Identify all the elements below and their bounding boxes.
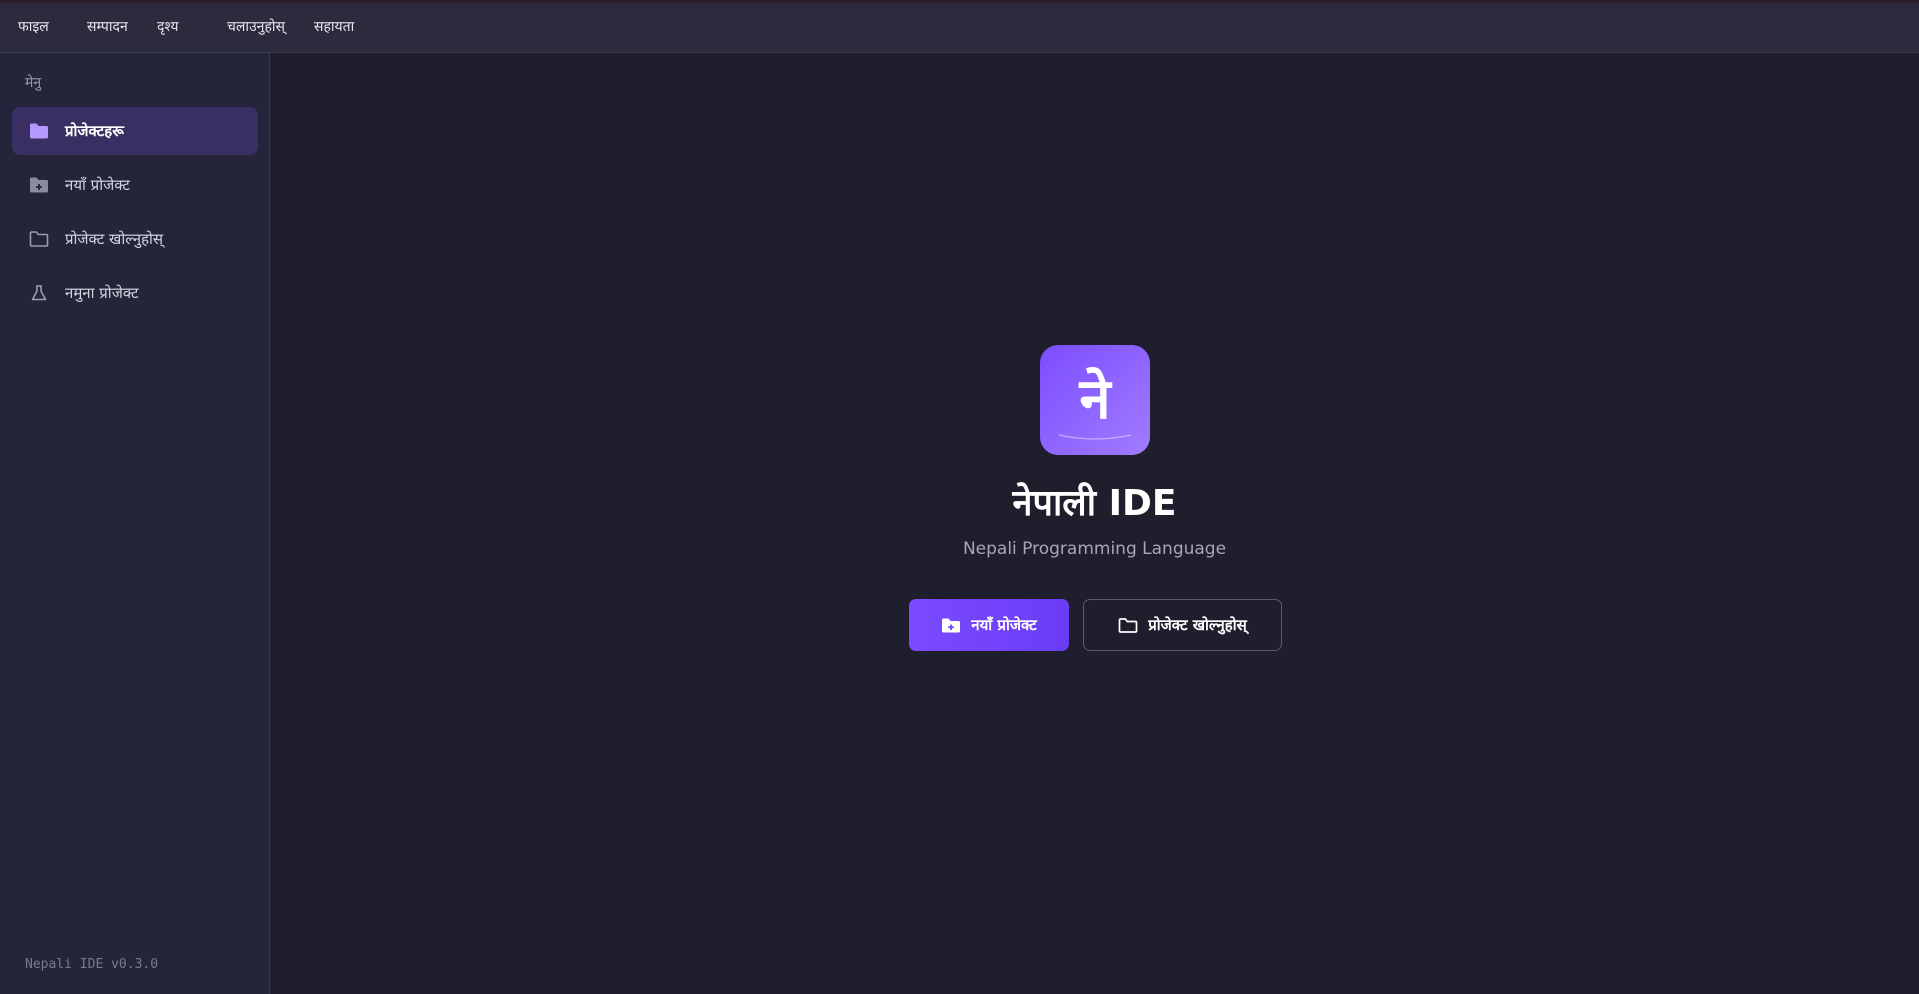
sidebar-item-label: प्रोजेक्टहरू <box>65 122 124 140</box>
menu-help[interactable]: सहायता <box>314 17 354 36</box>
new-project-button-label: नयाँ प्रोजेक्ट <box>971 616 1037 634</box>
menu-run[interactable]: चलाउनुहोस् <box>227 17 285 36</box>
folder-outline-icon <box>28 228 50 250</box>
sidebar-item-label: नमुना प्रोजेक्ट <box>65 284 139 302</box>
sidebar-heading: मेनु <box>25 75 42 91</box>
welcome-subtitle: Nepali Programming Language <box>962 539 1227 559</box>
sidebar-item-label: प्रोजेक्ट खोल्नुहोस् <box>65 230 164 248</box>
sidebar-item-open-project[interactable]: प्रोजेक्ट खोल्नुहोस् <box>12 215 258 263</box>
folder-filled-icon <box>28 120 50 142</box>
open-project-button-label: प्रोजेक्ट खोल्नुहोस् <box>1148 616 1247 634</box>
open-project-button[interactable]: प्रोजेक्ट खोल्नुहोस् <box>1083 599 1282 651</box>
app-version: Nepali IDE v0.3.0 <box>25 957 159 972</box>
sidebar-item-sample-project[interactable]: नमुना प्रोजेक्ट <box>12 269 258 317</box>
menu-file[interactable]: फाइल <box>18 17 49 36</box>
logo-glyph: ने <box>1079 367 1111 432</box>
folder-plus-icon <box>28 174 50 196</box>
sidebar: मेनु प्रोजेक्टहरू नयाँ प्रोजेक्ट प्रोजेक… <box>0 53 270 994</box>
welcome-title: नेपाली IDE <box>1012 483 1177 524</box>
menu-view[interactable]: दृश्य <box>157 17 179 36</box>
logo-arc-decoration <box>1058 434 1132 440</box>
welcome-panel: ने नेपाली IDE Nepali Programming Languag… <box>270 53 1919 994</box>
sidebar-item-label: नयाँ प्रोजेक्ट <box>65 176 130 194</box>
sidebar-item-new-project[interactable]: नयाँ प्रोजेक्ट <box>12 161 258 209</box>
new-project-button[interactable]: नयाँ प्रोजेक्ट <box>909 599 1069 651</box>
app-logo: ने <box>1040 345 1150 455</box>
sidebar-item-projects[interactable]: प्रोजेक्टहरू <box>12 107 258 155</box>
folder-plus-icon <box>941 617 961 634</box>
folder-outline-icon <box>1118 617 1138 634</box>
flask-icon <box>28 282 50 304</box>
menu-bar: फाइल सम्पादन दृश्य चलाउनुहोस् सहायता <box>0 3 1919 53</box>
menu-edit[interactable]: सम्पादन <box>87 17 128 36</box>
